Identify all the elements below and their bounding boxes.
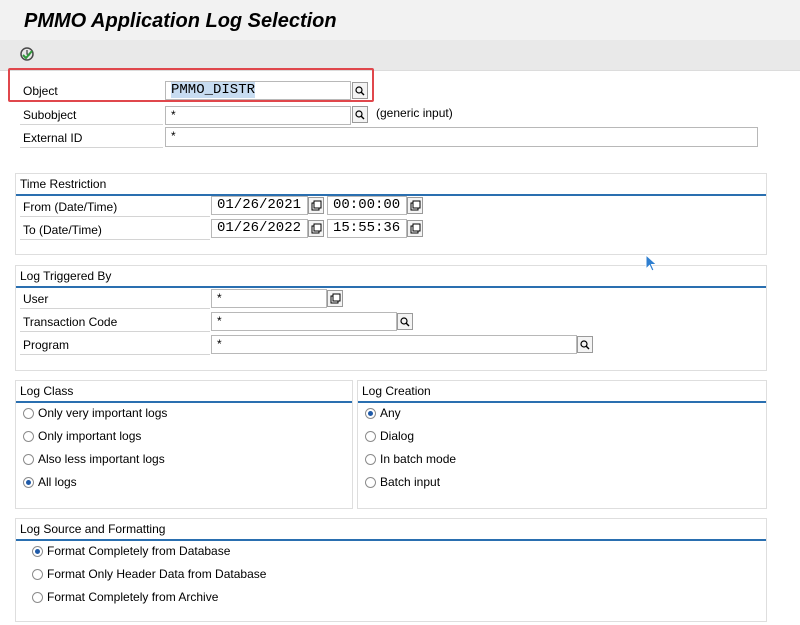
calendar-icon (311, 200, 321, 211)
to-label: To (Date/Time) (20, 220, 210, 240)
user-label: User (20, 289, 210, 309)
search-icon (400, 316, 410, 326)
log-triggered-title: Log Triggered By (20, 269, 112, 283)
radio-button[interactable] (365, 453, 376, 465)
title-bar: PMMO Application Log Selection (0, 0, 800, 40)
to-time-field[interactable]: 15:55:36 (327, 219, 407, 238)
program-label: Program (20, 335, 210, 355)
application-toolbar (0, 40, 800, 71)
log-creation-option-batch-mode[interactable]: In batch mode (365, 449, 456, 469)
to-date-field[interactable]: 01/26/2022 (211, 219, 308, 238)
user-picker-button[interactable] (327, 290, 343, 307)
from-time-picker-button[interactable] (407, 197, 423, 214)
log-source-option-header-db[interactable]: Format Only Header Data from Database (32, 564, 266, 584)
search-icon (355, 109, 365, 119)
program-field[interactable]: * (211, 335, 577, 354)
log-creation-option-any[interactable]: Any (365, 403, 401, 423)
log-class-title: Log Class (20, 384, 74, 398)
program-search-help-button[interactable] (577, 336, 593, 353)
radio-button-selected[interactable] (32, 545, 43, 557)
clock-picker-icon (410, 200, 420, 211)
group-divider (16, 286, 766, 288)
from-date-picker-button[interactable] (308, 197, 324, 214)
execute-clock-icon[interactable] (18, 45, 36, 63)
from-time-field[interactable]: 00:00:00 (327, 196, 407, 215)
object-highlight-box (8, 68, 374, 102)
from-label: From (Date/Time) (20, 197, 210, 217)
radio-button[interactable] (23, 407, 34, 419)
generic-input-hint: (generic input) (376, 106, 453, 120)
log-creation-option-dialog[interactable]: Dialog (365, 426, 414, 446)
calendar-icon (311, 223, 321, 234)
transaction-code-search-help-button[interactable] (397, 313, 413, 330)
log-class-option-important[interactable]: Only important logs (23, 426, 141, 446)
log-class-option-all-logs[interactable]: All logs (23, 472, 77, 492)
transaction-code-label: Transaction Code (20, 312, 210, 332)
mouse-cursor-icon (645, 253, 659, 275)
group-divider (358, 401, 766, 403)
subobject-search-help-button[interactable] (352, 106, 368, 123)
radio-button-selected[interactable] (365, 407, 376, 419)
page-title: PMMO Application Log Selection (24, 10, 337, 32)
log-source-option-archive[interactable]: Format Completely from Archive (32, 587, 218, 607)
search-icon (580, 339, 590, 349)
radio-button[interactable] (365, 430, 376, 442)
user-field[interactable]: * (211, 289, 327, 308)
clock-picker-icon (410, 223, 420, 234)
log-creation-option-batch-input[interactable]: Batch input (365, 472, 440, 492)
transaction-code-field[interactable]: * (211, 312, 397, 331)
log-creation-title: Log Creation (362, 384, 431, 398)
to-time-picker-button[interactable] (407, 220, 423, 237)
radio-button[interactable] (23, 453, 34, 465)
external-id-label: External ID (20, 128, 163, 148)
external-id-field[interactable]: * (165, 127, 758, 147)
log-source-option-complete-db[interactable]: Format Completely from Database (32, 541, 230, 561)
subobject-label: Subobject (20, 105, 163, 125)
multiple-selection-icon (330, 293, 340, 304)
time-restriction-title: Time Restriction (20, 177, 107, 191)
log-class-option-very-important[interactable]: Only very important logs (23, 403, 167, 423)
radio-button[interactable] (23, 430, 34, 442)
radio-button[interactable] (32, 591, 43, 603)
radio-button[interactable] (365, 476, 376, 488)
radio-button[interactable] (32, 568, 43, 580)
log-source-title: Log Source and Formatting (20, 522, 166, 536)
to-date-picker-button[interactable] (308, 220, 324, 237)
log-class-option-less-important[interactable]: Also less important logs (23, 449, 165, 469)
subobject-field[interactable]: * (165, 106, 351, 125)
from-date-field[interactable]: 01/26/2021 (211, 196, 308, 215)
radio-button-selected[interactable] (23, 476, 34, 488)
